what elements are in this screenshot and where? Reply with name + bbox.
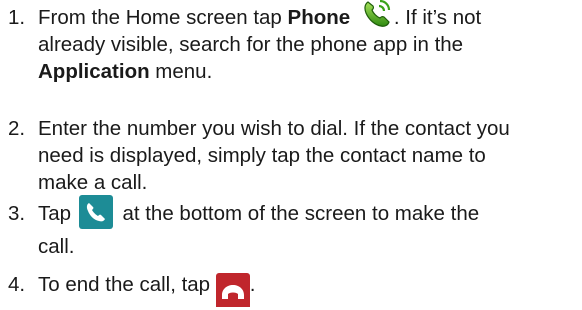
step-2-line-3: make a call. bbox=[38, 171, 148, 194]
step-1-bold-application: Application bbox=[38, 60, 150, 83]
step-1-text-a: From the Home screen tap bbox=[38, 6, 288, 29]
step-2-line-2: need is displayed, simply tap the contac… bbox=[38, 144, 486, 167]
phone-app-icon bbox=[360, 0, 394, 30]
end-call-icon bbox=[215, 273, 250, 307]
call-button-icon bbox=[78, 195, 113, 229]
step-1-number: 1. bbox=[8, 6, 26, 29]
step-1-bold-phone: Phone bbox=[287, 6, 351, 29]
step-3-text-a: Tap bbox=[38, 202, 77, 225]
step-1-line-2: already visible, search for the phone ap… bbox=[38, 33, 464, 56]
step-4-text-b: . bbox=[249, 273, 256, 296]
step-4-line-1: To end the call, tap . bbox=[38, 271, 578, 307]
step-3-text: Tap at the bottom of the screen to make … bbox=[38, 195, 578, 260]
step-4-text: To end the call, tap . bbox=[38, 271, 578, 307]
step-3-number: 3. bbox=[8, 202, 26, 225]
step-3-text-b: at the bottom of the screen to make the bbox=[116, 202, 480, 225]
step-1-text-b: . If it’s not bbox=[393, 6, 482, 29]
step-1-line-3: Application menu. bbox=[38, 58, 578, 85]
step-2-text: Enter the number you wish to dial. If th… bbox=[38, 115, 578, 196]
step-4-number: 4. bbox=[8, 273, 26, 296]
step-1-text: From the Home screen tap Phone . If it’s… bbox=[38, 0, 578, 85]
step-3-line-2: call. bbox=[38, 235, 75, 258]
step-3-line-1: Tap at the bottom of the screen to make … bbox=[38, 195, 578, 229]
step-1-text-c: menu. bbox=[149, 60, 213, 83]
step-2-number: 2. bbox=[8, 117, 26, 140]
step-2-line-1: Enter the number you wish to dial. If th… bbox=[38, 117, 510, 140]
step-4-text-a: To end the call, tap bbox=[38, 273, 216, 296]
step-1-line-1: From the Home screen tap Phone . If it’s… bbox=[38, 0, 578, 31]
